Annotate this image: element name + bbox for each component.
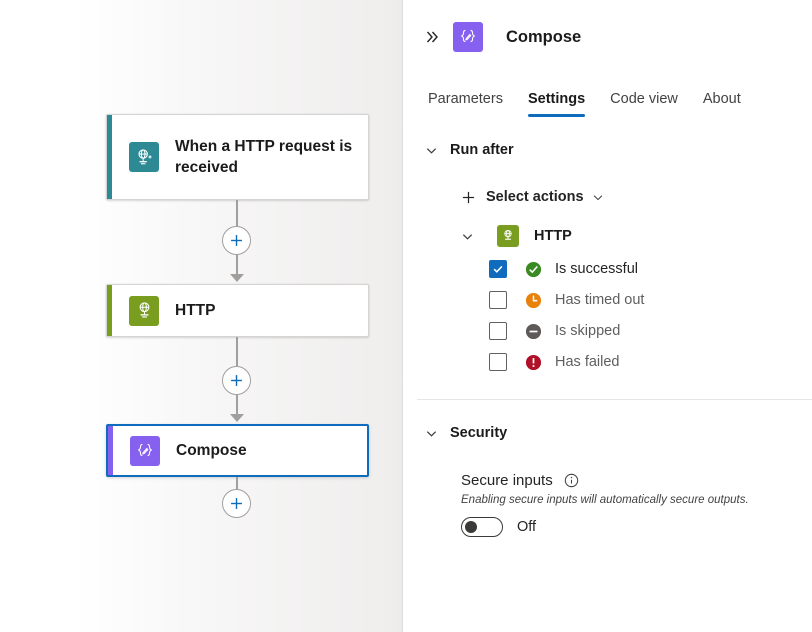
- chevron-down-icon: [592, 191, 604, 203]
- node-accent-bar: [107, 115, 112, 199]
- secure-inputs-field: Secure inputs Enabling secure inputs wil…: [403, 472, 812, 537]
- section-divider: [417, 399, 812, 400]
- chevron-down-icon: [425, 427, 447, 440]
- status-row[interactable]: Is skipped: [403, 322, 812, 340]
- secure-inputs-toggle-state: Off: [517, 519, 536, 535]
- status-row[interactable]: Is successful: [403, 260, 812, 278]
- connector-line: [236, 255, 238, 274]
- minus-circle-icon: [524, 322, 542, 340]
- status-row[interactable]: Has failed: [403, 353, 812, 371]
- add-step-button[interactable]: [222, 366, 251, 395]
- flow-node-label: Compose: [176, 440, 247, 461]
- connector-line: [236, 337, 238, 366]
- status-checkbox-has-timed-out[interactable]: [489, 291, 507, 309]
- flow-node-http[interactable]: HTTP: [106, 284, 369, 337]
- clock-icon: [524, 291, 542, 309]
- chevron-down-icon: [461, 230, 483, 243]
- app-root: When a HTTP request is received: [0, 0, 812, 632]
- secure-inputs-label-row: Secure inputs: [461, 472, 812, 489]
- connector-arrow-icon: [230, 414, 244, 422]
- node-accent-bar: [108, 426, 113, 475]
- status-row[interactable]: Has timed out: [403, 291, 812, 309]
- section-title: Run after: [450, 142, 514, 158]
- flow-node-label: HTTP: [175, 300, 215, 321]
- node-accent-bar: [107, 285, 112, 336]
- http-action-icon: [129, 296, 159, 326]
- tab-code-view[interactable]: Code view: [599, 90, 689, 117]
- secure-inputs-toggle[interactable]: [461, 517, 503, 537]
- chevron-down-icon: [425, 144, 447, 157]
- connector-line: [236, 477, 238, 489]
- flow-node-label: When a HTTP request is received: [175, 136, 356, 178]
- tab-settings[interactable]: Settings: [517, 90, 596, 117]
- status-checkbox-is-successful[interactable]: [489, 260, 507, 278]
- secure-inputs-description: Enabling secure inputs will automaticall…: [461, 494, 812, 506]
- action-group-label: HTTP: [534, 228, 572, 244]
- info-circle-icon[interactable]: [564, 473, 579, 488]
- flow-node-trigger[interactable]: When a HTTP request is received: [106, 114, 369, 200]
- status-label: Is skipped: [555, 323, 620, 339]
- tab-about[interactable]: About: [692, 90, 752, 117]
- status-label: Is successful: [555, 261, 638, 277]
- http-request-trigger-icon: [129, 142, 159, 172]
- select-actions-button[interactable]: Select actions: [403, 189, 812, 205]
- status-checkbox-has-failed[interactable]: [489, 353, 507, 371]
- run-after-header[interactable]: Run after: [403, 137, 812, 163]
- http-action-icon: [497, 225, 519, 247]
- status-label: Has failed: [555, 354, 619, 370]
- connector-line: [236, 395, 238, 414]
- compose-icon: [453, 22, 483, 52]
- status-checkbox-is-skipped[interactable]: [489, 322, 507, 340]
- connector-arrow-icon: [230, 274, 244, 282]
- secure-inputs-toggle-row[interactable]: Off: [461, 517, 812, 537]
- plus-icon: [461, 190, 483, 205]
- panel-tabs: Parameters Settings Code view About: [417, 83, 812, 117]
- flow-canvas[interactable]: When a HTTP request is received: [0, 0, 403, 632]
- details-panel: Compose Parameters Settings Code view Ab…: [403, 0, 812, 632]
- add-step-button[interactable]: [222, 489, 251, 518]
- double-chevron-right-icon[interactable]: [417, 22, 447, 52]
- compose-icon: [130, 436, 160, 466]
- secure-inputs-label: Secure inputs: [461, 472, 553, 489]
- run-after-action-http[interactable]: HTTP: [403, 225, 812, 247]
- security-header[interactable]: Security: [403, 420, 812, 446]
- panel-header: Compose: [403, 0, 812, 52]
- connector-line: [236, 200, 238, 226]
- success-check-icon: [524, 260, 542, 278]
- add-step-button[interactable]: [222, 226, 251, 255]
- section-run-after: Run after Select actions: [403, 137, 812, 371]
- section-title: Security: [450, 425, 507, 441]
- error-exclamation-icon: [524, 353, 542, 371]
- toggle-knob: [465, 521, 477, 533]
- flow-node-compose[interactable]: Compose: [106, 424, 369, 477]
- status-label: Has timed out: [555, 292, 644, 308]
- tab-parameters[interactable]: Parameters: [417, 90, 514, 117]
- section-security: Security Secure inputs Enabling secure i…: [403, 420, 812, 537]
- select-actions-label: Select actions: [486, 189, 584, 205]
- page-title: Compose: [506, 28, 581, 47]
